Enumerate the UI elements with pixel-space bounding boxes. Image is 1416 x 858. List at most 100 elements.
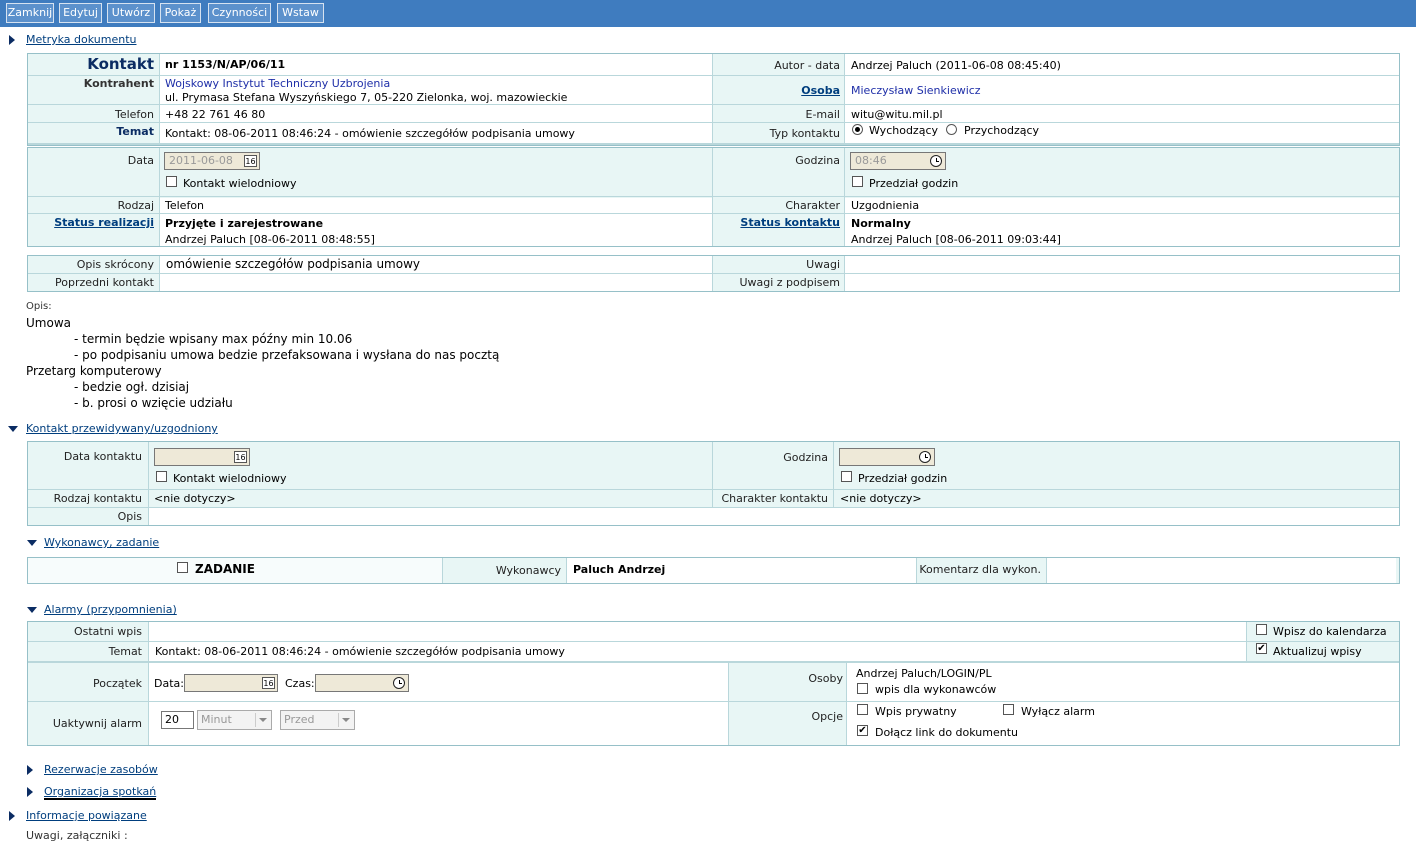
expand-icon[interactable]: [9, 811, 15, 821]
poczatek-data-input[interactable]: 16: [184, 674, 278, 692]
data-kontaktu-input[interactable]: 16: [154, 448, 250, 466]
uaktywnij-label: Uaktywnij alarm: [52, 717, 142, 730]
expand-icon[interactable]: [27, 787, 33, 797]
telefon-value: +48 22 761 46 80: [165, 108, 266, 121]
wpisz-kalendarz-label: Wpisz do kalendarza: [1273, 625, 1387, 638]
osoba-value[interactable]: Mieczysław Sienkiewicz: [851, 84, 981, 97]
opis-line: - termin będzie wpisany max późny min 10…: [74, 332, 353, 346]
przedzial-checkbox[interactable]: [852, 176, 863, 187]
radio-wychodzacy[interactable]: [852, 124, 863, 135]
wpis-prywatny-label: Wpis prywatny: [875, 705, 957, 718]
telefon-label: Telefon: [114, 108, 154, 121]
section-rezerwacje[interactable]: Rezerwacje zasobów: [44, 762, 158, 778]
autor-label: Autor - data: [774, 59, 840, 72]
calendar-icon[interactable]: 16: [262, 677, 275, 689]
status-realizacji-link[interactable]: Status realizacji: [54, 216, 154, 229]
uaktywnij-input[interactable]: 20: [161, 711, 194, 729]
wpisz-kalendarz-checkbox[interactable]: [1256, 624, 1267, 635]
radio-wychodzacy-label: Wychodzący: [869, 124, 938, 137]
dolacz-link-checkbox[interactable]: ✔: [857, 725, 868, 736]
poczatek-data-label: Data:: [154, 677, 184, 690]
przed-select[interactable]: Przed: [280, 710, 355, 730]
section-alarmy[interactable]: Alarmy (przypomnienia): [44, 602, 177, 618]
rodzaj-kontaktu-value: <nie dotyczy>: [154, 492, 236, 505]
edit-button[interactable]: Edytuj: [59, 3, 102, 23]
metryka-panel: Kontakt nr 1153/N/AP/06/11 Autor - data …: [27, 53, 1400, 146]
alarmy-panel: Ostatni wpis Wpisz do kalendarza Temat K…: [27, 621, 1400, 746]
osoba-link[interactable]: Osoba: [801, 84, 840, 97]
opis-skrocony-value: omówienie szczegółów podpisania umowy: [166, 257, 421, 271]
opisy-panel: Opis skrócony omówienie szczegółów podpi…: [27, 255, 1400, 292]
wykonawcy-value: Paluch Andrzej: [573, 563, 666, 576]
wykonawcy-label: Wykonawcy: [495, 564, 561, 577]
minut-select[interactable]: Minut: [197, 710, 272, 730]
godzina-przew-input[interactable]: [839, 448, 935, 466]
wpis-wykonawcow-label: wpis dla wykonawców: [875, 683, 997, 696]
section-informacje[interactable]: Informacje powiązane: [26, 808, 147, 824]
minut-select-value: Minut: [201, 713, 232, 726]
section-kontakt-przewidywany[interactable]: Kontakt przewidywany/uzgodniony: [26, 421, 218, 437]
collapse-icon[interactable]: [27, 540, 37, 546]
kontakt-przew-panel: Data kontaktu 16 Kontakt wielodniowy God…: [27, 441, 1400, 526]
opis-skrocony-label: Opis skrócony: [76, 258, 154, 271]
create-button[interactable]: Utwórz: [107, 3, 155, 23]
collapse-icon[interactable]: [8, 426, 18, 432]
zadanie-label: ZADANIE: [195, 562, 255, 576]
typ-kontaktu-label: Typ kontaktu: [769, 127, 840, 140]
wielodniowy-checkbox[interactable]: [166, 176, 177, 187]
actions-button[interactable]: Czynności: [208, 3, 271, 23]
aktualizuj-checkbox[interactable]: ✔: [1256, 643, 1267, 654]
data-input-value: 2011-06-08: [169, 154, 233, 167]
opis-line: - po podpisaniu umowa bedzie przefaksowa…: [74, 348, 500, 362]
expand-icon[interactable]: [9, 35, 15, 45]
uwagi-zalaczniki-label: Uwagi, załączniki :: [26, 829, 128, 842]
temat-label: Temat: [116, 125, 154, 138]
status-kontaktu-link[interactable]: Status kontaktu: [740, 216, 840, 229]
clock-icon[interactable]: [393, 677, 405, 689]
status-realizacji-value: Przyjęte i zarejestrowane: [165, 217, 324, 230]
show-button[interactable]: Pokaż: [160, 3, 201, 23]
insert-button[interactable]: Wstaw: [277, 3, 324, 23]
poczatek-czas-input[interactable]: [315, 674, 409, 692]
kontrahent-address: ul. Prymasa Stefana Wyszyńskiego 7, 05-2…: [165, 91, 568, 104]
wpis-prywatny-checkbox[interactable]: [857, 704, 868, 715]
data-kontaktu-label: Data kontaktu: [63, 450, 142, 463]
data-input[interactable]: 2011-06-08 16: [164, 152, 260, 170]
komentarz-label: Komentarz dla wykon.: [919, 563, 1041, 576]
dolacz-link-label: Dołącz link do dokumentu: [875, 726, 1018, 739]
godzina-label: Godzina: [795, 154, 840, 167]
godzina-input[interactable]: 08:46: [850, 152, 946, 170]
section-wykonawcy[interactable]: Wykonawcy, zadanie: [44, 535, 159, 551]
collapse-icon[interactable]: [27, 607, 37, 613]
rodzaj-kontaktu-label: Rodzaj kontaktu: [53, 492, 142, 505]
clock-icon[interactable]: [919, 451, 931, 463]
kontrahent-name[interactable]: Wojskowy Instytut Techniczny Uzbrojenia: [165, 77, 390, 90]
osoby-label: Osoby: [808, 672, 843, 685]
opis-label: Opis:: [26, 301, 52, 312]
data-label: Data: [127, 154, 154, 167]
close-button[interactable]: Zamknij: [6, 3, 54, 23]
poczatek-czas-label: Czas:: [285, 677, 315, 690]
wpis-wykonawcow-checkbox[interactable]: [857, 683, 868, 694]
przedzial-label: Przedział godzin: [869, 177, 959, 190]
przedzial-przew-checkbox[interactable]: [841, 471, 852, 482]
poprzedni-label: Poprzedni kontakt: [55, 276, 154, 289]
aktualizuj-label: Aktualizuj wpisy: [1273, 645, 1362, 658]
wylacz-alarm-label: Wyłącz alarm: [1021, 705, 1095, 718]
clock-icon[interactable]: [930, 155, 942, 167]
wylacz-alarm-checkbox[interactable]: [1003, 704, 1014, 715]
radio-przychodzacy[interactable]: [946, 124, 957, 135]
wielodniowy-przew-checkbox[interactable]: [156, 471, 167, 482]
godzina-input-value: 08:46: [855, 154, 887, 167]
zadanie-checkbox[interactable]: [177, 562, 188, 573]
wykonawcy-panel: ZADANIE Wykonawcy Paluch Andrzej Komenta…: [27, 557, 1400, 584]
charakter-value: Uzgodnienia: [851, 199, 920, 212]
section-organizacja[interactable]: Organizacja spotkań: [44, 784, 157, 800]
kontakt-title: Kontakt: [87, 55, 154, 73]
calendar-icon[interactable]: 16: [234, 451, 247, 463]
rodzaj-label: Rodzaj: [117, 199, 154, 212]
calendar-icon[interactable]: 16: [244, 155, 257, 167]
expand-icon[interactable]: [27, 765, 33, 775]
opis-line: - bedzie ogł. dzisiaj: [74, 380, 190, 394]
section-metryka[interactable]: Metryka dokumentu: [26, 32, 136, 48]
